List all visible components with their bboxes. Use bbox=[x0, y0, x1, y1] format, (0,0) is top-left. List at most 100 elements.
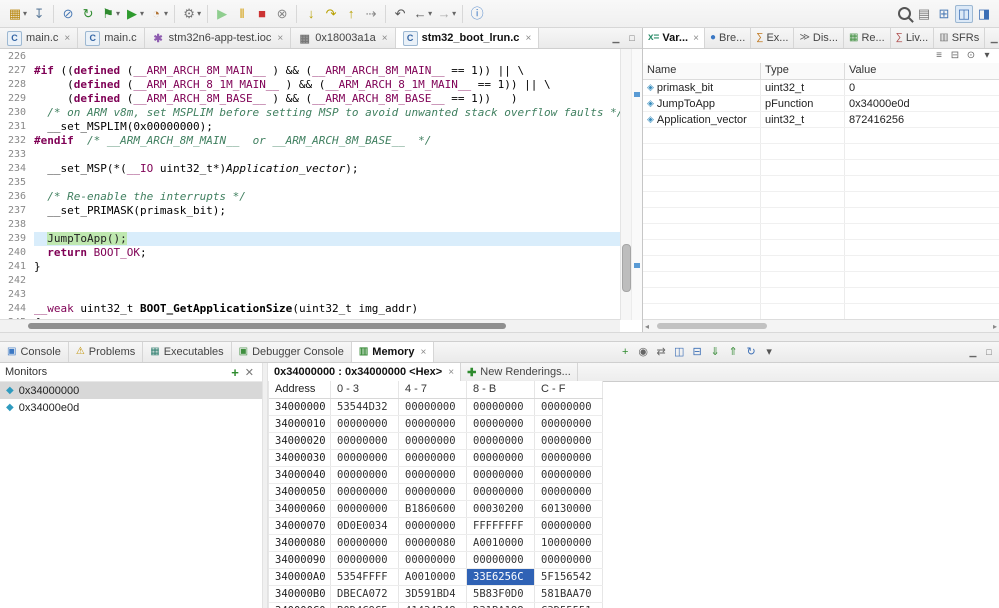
memory-value-cell[interactable]: 00000000 bbox=[467, 433, 535, 449]
memory-row[interactable]: 340000700D0E003400000000FFFFFFFF00000000 bbox=[269, 518, 603, 535]
maximize-icon[interactable]: □ bbox=[982, 345, 996, 359]
step-into-icon[interactable]: ↓ bbox=[302, 5, 320, 23]
memory-column-header[interactable]: 8 - B bbox=[467, 381, 535, 398]
memory-value-cell[interactable]: 00000000 bbox=[399, 552, 467, 568]
step-return-icon[interactable]: ↑ bbox=[342, 5, 360, 23]
memory-value-cell[interactable]: 5B83F0D0 bbox=[467, 586, 535, 602]
memory-value-cell[interactable]: 00000080 bbox=[399, 535, 467, 551]
memory-value-cell[interactable]: 00000000 bbox=[331, 416, 399, 432]
collapse-all-icon[interactable]: ⊟ bbox=[948, 50, 962, 62]
annotation-marker[interactable] bbox=[634, 263, 640, 268]
memory-row[interactable]: 3400001000000000000000000000000000000000 bbox=[269, 416, 603, 433]
memory-row[interactable]: 340000B0DBECA0723D591BD45B83F0D0581BAA70 bbox=[269, 586, 603, 603]
suspend-icon[interactable]: ‖ bbox=[233, 5, 251, 23]
code-editor[interactable]: 2262272282292302312322332342352362372382… bbox=[0, 49, 642, 320]
code-line[interactable] bbox=[34, 148, 620, 162]
memory-rendering-tab[interactable]: ✚New Renderings... bbox=[461, 363, 578, 381]
run-icon-dropdown[interactable]: ▾ bbox=[140, 9, 144, 18]
memory-value-cell[interactable]: 33E6256C bbox=[467, 569, 535, 585]
memory-address-cell[interactable]: 340000A0 bbox=[269, 569, 331, 585]
code-line[interactable]: (defined (__ARM_ARCH_8M_BASE__ ) && (__A… bbox=[34, 92, 620, 106]
line-number[interactable]: 234 bbox=[0, 162, 30, 176]
code-line[interactable]: } bbox=[34, 260, 620, 274]
memory-address-cell[interactable]: 340000B0 bbox=[269, 586, 331, 602]
tab-breakpoints[interactable]: ●Bre... bbox=[705, 28, 751, 48]
memory-row[interactable]: 3400009000000000000000000000000000000000 bbox=[269, 552, 603, 569]
memory-address-cell[interactable]: 34000000 bbox=[269, 399, 331, 415]
memory-value-cell[interactable]: 41434248 bbox=[399, 603, 467, 608]
code-line[interactable]: __weak uint32_t BOOT_GetApplicationSize(… bbox=[34, 302, 620, 316]
line-number[interactable]: 228 bbox=[0, 78, 30, 92]
code-line[interactable]: JumpToApp(); bbox=[34, 232, 620, 246]
show-type-names-icon[interactable]: ≡ bbox=[932, 50, 946, 62]
column-header-name[interactable]: Name bbox=[643, 63, 761, 79]
memory-value-cell[interactable]: 10000000 bbox=[535, 535, 603, 551]
line-number[interactable]: 232 bbox=[0, 134, 30, 148]
memory-value-cell[interactable]: D31BA188 bbox=[467, 603, 535, 608]
pin-memory-icon[interactable]: ◉ bbox=[635, 344, 651, 360]
memory-address-cell[interactable]: 34000010 bbox=[269, 416, 331, 432]
line-number[interactable]: 236 bbox=[0, 190, 30, 204]
line-number[interactable]: 233 bbox=[0, 148, 30, 162]
memory-column-header[interactable]: 4 - 7 bbox=[399, 381, 467, 398]
memory-row[interactable]: 3400004000000000000000000000000000000000 bbox=[269, 467, 603, 484]
view-menu-icon[interactable]: ▾ bbox=[761, 344, 777, 360]
memory-column-header[interactable]: 0 - 3 bbox=[331, 381, 399, 398]
profile-icon-dropdown[interactable]: ▾ bbox=[164, 9, 168, 18]
memory-value-cell[interactable]: 00000000 bbox=[535, 467, 603, 483]
overview-ruler[interactable] bbox=[631, 49, 642, 320]
editor-tab-0x18003a1a[interactable]: ▦0x18003a1a× bbox=[291, 28, 395, 48]
memory-value-cell[interactable]: 00000000 bbox=[467, 484, 535, 500]
maximize-icon[interactable]: □ bbox=[625, 31, 639, 45]
line-number[interactable]: 229 bbox=[0, 92, 30, 106]
build-icon-dropdown[interactable]: ▾ bbox=[197, 9, 201, 18]
code-text[interactable]: #if ((defined (__ARM_ARCH_8M_MAIN__ ) &&… bbox=[34, 50, 620, 320]
memory-value-cell[interactable]: 00000000 bbox=[331, 484, 399, 500]
code-line[interactable] bbox=[34, 274, 620, 288]
memory-address-cell[interactable]: 34000040 bbox=[269, 467, 331, 483]
tab-console[interactable]: ▣Console bbox=[0, 342, 69, 362]
run-icon[interactable]: ▶ bbox=[123, 5, 141, 23]
memory-row[interactable]: 340000C0B0D4C9C541434248D31BA188C3D55551 bbox=[269, 603, 603, 608]
tab-debugger-console[interactable]: ▣Debugger Console bbox=[232, 342, 352, 362]
memory-value-cell[interactable]: 00000000 bbox=[331, 433, 399, 449]
memory-column-header[interactable]: C - F bbox=[535, 381, 603, 398]
tab-expressions[interactable]: ∑Ex... bbox=[751, 28, 794, 48]
open-perspective-icon[interactable]: ⊞ bbox=[935, 5, 953, 23]
editor-tab-main-c[interactable]: Cmain.c× bbox=[0, 28, 78, 48]
memory-value-cell[interactable]: 00000000 bbox=[331, 552, 399, 568]
editor-horizontal-scrollbar[interactable] bbox=[0, 319, 620, 332]
memory-value-cell[interactable]: DBECA072 bbox=[331, 586, 399, 602]
close-icon[interactable]: × bbox=[693, 33, 699, 44]
memory-value-cell[interactable]: 00000000 bbox=[399, 450, 467, 466]
debug-icon-dropdown[interactable]: ▾ bbox=[116, 9, 120, 18]
memory-column-header[interactable]: Address bbox=[269, 381, 331, 398]
line-number[interactable]: 230 bbox=[0, 106, 30, 120]
memory-value-cell[interactable]: 3D591BD4 bbox=[399, 586, 467, 602]
instruction-stepping-icon[interactable]: ⇢ bbox=[362, 5, 380, 23]
new-rendering-icon[interactable]: + bbox=[617, 344, 633, 360]
disconnect-icon[interactable]: ⊗ bbox=[273, 5, 291, 23]
search-icon[interactable] bbox=[895, 5, 913, 23]
tab-memory[interactable]: ▥Memory× bbox=[352, 342, 434, 362]
scroll-right-arrow[interactable]: ▸ bbox=[993, 322, 997, 331]
memory-value-cell[interactable]: 00000000 bbox=[331, 450, 399, 466]
minimize-icon[interactable]: ▁ bbox=[966, 345, 980, 359]
code-line[interactable]: (defined (__ARM_ARCH_8_1M_MAIN__ ) && (_… bbox=[34, 78, 620, 92]
line-number[interactable]: 227 bbox=[0, 64, 30, 78]
annotation-marker[interactable] bbox=[634, 92, 640, 97]
tab-executables[interactable]: ▦Executables bbox=[143, 342, 231, 362]
memory-value-cell[interactable]: 00000000 bbox=[331, 501, 399, 517]
line-number[interactable]: 231 bbox=[0, 120, 30, 134]
variables-horizontal-scrollbar[interactable]: ◂ ▸ bbox=[643, 319, 999, 332]
scrollbar-thumb[interactable] bbox=[657, 323, 767, 329]
code-line[interactable]: __set_MSP(*(__IO uint32_t*)Application_v… bbox=[34, 162, 620, 176]
memory-row[interactable]: 3400002000000000000000000000000000000000 bbox=[269, 433, 603, 450]
memory-address-cell[interactable]: 34000090 bbox=[269, 552, 331, 568]
memory-row[interactable]: 3400006000000000B18606000003020060130000 bbox=[269, 501, 603, 518]
memory-address-cell[interactable]: 340000C0 bbox=[269, 603, 331, 608]
profile-icon[interactable]: ◔ bbox=[147, 5, 165, 23]
memory-value-cell[interactable]: 00000000 bbox=[467, 552, 535, 568]
memory-value-cell[interactable]: A0010000 bbox=[399, 569, 467, 585]
memory-value-cell[interactable]: 00000000 bbox=[535, 399, 603, 415]
